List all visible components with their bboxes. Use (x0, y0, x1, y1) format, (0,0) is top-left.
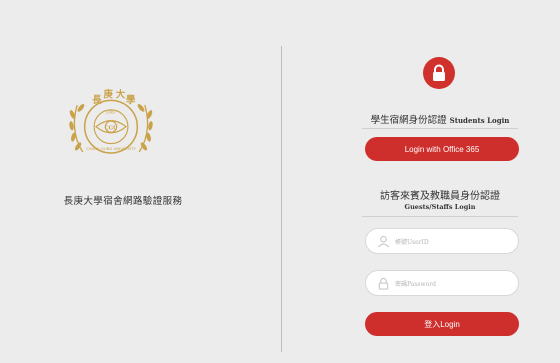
svg-text:1987: 1987 (106, 110, 117, 115)
students-login-title: 學生宿網身份認證 Students Login (360, 112, 520, 126)
username-placeholder: 帳號UserID (395, 238, 429, 246)
svg-text:長: 長 (92, 95, 102, 106)
svg-text:大: 大 (116, 89, 126, 101)
guests-login-subtitle: Guests/Staffs Login (404, 203, 476, 211)
password-placeholder: 密碼Password (395, 280, 436, 288)
section-divider (362, 216, 518, 217)
section-divider (362, 128, 518, 129)
service-name: 長庚大學宿舍網路驗證服務 (63, 196, 183, 207)
login-button[interactable]: 登入Login (365, 312, 519, 336)
svg-text:CHANG GUNG UNIVERSITY: CHANG GUNG UNIVERSITY (86, 147, 136, 151)
guests-login-title: 訪客來賓及教職員身份認證 (380, 191, 500, 202)
vertical-divider (281, 46, 282, 352)
svg-text:CGU: CGU (104, 126, 118, 132)
login-panel: 學生宿網身份認證 Students Login Login with Office… (360, 0, 524, 363)
students-title-en: Students Login (449, 116, 510, 125)
students-title-zh: 學生宿網身份認證 (370, 115, 447, 126)
lock-icon (423, 57, 455, 89)
left-panel: CGU 長 庚 大 學 1987 CHANG GUNG UNIVERSITY 長… (0, 0, 280, 363)
svg-text:庚: 庚 (103, 89, 113, 101)
user-icon (376, 234, 390, 248)
username-field[interactable]: 帳號UserID (365, 228, 519, 254)
padlock-icon (376, 276, 390, 290)
office365-login-button[interactable]: Login with Office 365 (365, 137, 519, 161)
university-logo: CGU 長 庚 大 學 1987 CHANG GUNG UNIVERSITY (69, 89, 153, 154)
svg-text:學: 學 (126, 94, 136, 106)
password-field[interactable]: 密碼Password (365, 270, 519, 296)
